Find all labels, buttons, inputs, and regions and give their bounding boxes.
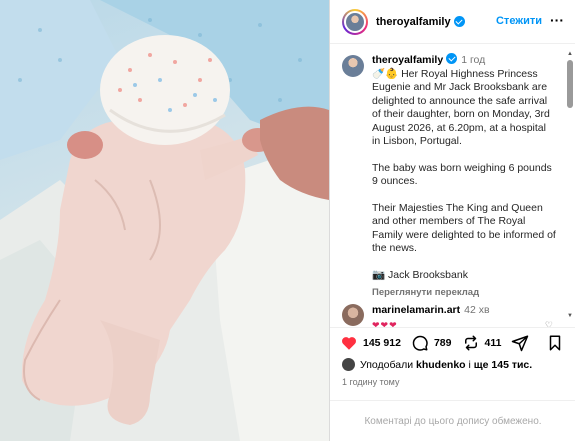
caption-paragraph: The baby was born weighing 6 pounds 9 ou… [372, 161, 552, 188]
comments-count[interactable]: 789 [434, 337, 452, 349]
caption-paragraph: Their Majesties The King and Queen and o… [372, 201, 556, 255]
likes-middle: і [468, 358, 471, 371]
comment-icon [412, 335, 428, 351]
post-side-panel: theroyalfamily Стежити ··· theroyalfamil… [329, 0, 575, 441]
see-translation-link[interactable]: Переглянути переклад [372, 286, 557, 300]
caption-time: 1 год [461, 54, 486, 66]
repost-icon [464, 335, 477, 350]
post-timestamp[interactable]: 1 годину тому [342, 377, 399, 387]
like-button[interactable]: 145 912 [340, 334, 401, 352]
share-button[interactable] [511, 334, 529, 352]
verified-badge-icon [446, 53, 458, 64]
newborn-baby-photo [0, 0, 329, 441]
post-caption: theroyalfamily 1 год 🍼👶 Her Royal Highnes… [342, 53, 557, 300]
scroll-up-arrow-icon[interactable]: ▲ [567, 51, 573, 57]
scroll-down-arrow-icon[interactable]: ▼ [567, 313, 573, 319]
comment-item: marinelamarin.art 42 хв ❤❤❤ ♡ [342, 304, 557, 327]
scrollbar-thumb[interactable] [567, 60, 573, 108]
post-viewer: theroyalfamily Стежити ··· theroyalfamil… [0, 0, 575, 441]
comments-scroll-area[interactable]: theroyalfamily 1 год 🍼👶 Her Royal Highnes… [330, 45, 575, 327]
comment-text: ❤❤❤ [372, 320, 398, 327]
verified-badge-icon [453, 16, 465, 27]
comment-time: 42 хв [464, 304, 490, 316]
caption-avatar[interactable] [342, 55, 364, 77]
save-button[interactable] [546, 334, 564, 355]
likes-summary: Уподобали khudenko і ще 145 тис. [342, 358, 532, 371]
comment-button[interactable]: 789 [411, 334, 452, 352]
caption-username[interactable]: theroyalfamily [372, 54, 443, 66]
follow-button[interactable]: Стежити [496, 15, 542, 27]
bookmark-icon [549, 335, 561, 351]
liker-username[interactable]: khudenko [416, 359, 466, 371]
repost-button[interactable]: 411 [462, 334, 502, 352]
action-bar: 145 912 789 411 [330, 327, 575, 357]
author-avatar[interactable] [342, 8, 368, 35]
more-icon[interactable]: ··· [550, 12, 564, 28]
baby-bottle-icon: 🍼👶 [372, 67, 399, 80]
share-icon [512, 335, 529, 351]
post-photo[interactable] [0, 0, 329, 441]
likes-others-link[interactable]: ще 145 тис. [474, 359, 532, 371]
caption-paragraph: Her Royal Highness Princess Eugenie and … [372, 67, 550, 148]
likes-count[interactable]: 145 912 [363, 337, 401, 349]
author-username[interactable]: theroyalfamily [376, 16, 451, 28]
commenter-avatar[interactable] [342, 304, 364, 326]
reposts-count[interactable]: 411 [485, 337, 502, 349]
post-header: theroyalfamily Стежити ··· [330, 0, 575, 44]
liker-avatar[interactable] [342, 358, 355, 371]
likes-prefix: Уподобали [360, 358, 414, 371]
heart-icon [342, 336, 356, 350]
commenter-username[interactable]: marinelamarin.art [372, 304, 460, 316]
comment-like-heart-icon[interactable]: ♡ [545, 320, 553, 327]
comments-disabled-notice: Коментарі до цього допису обмежено. [330, 400, 575, 441]
photo-credit: 📷 Jack Brooksbank [372, 268, 468, 281]
caption-text: 🍼👶 Her Royal Highness Princess Eugenie a… [372, 68, 557, 283]
